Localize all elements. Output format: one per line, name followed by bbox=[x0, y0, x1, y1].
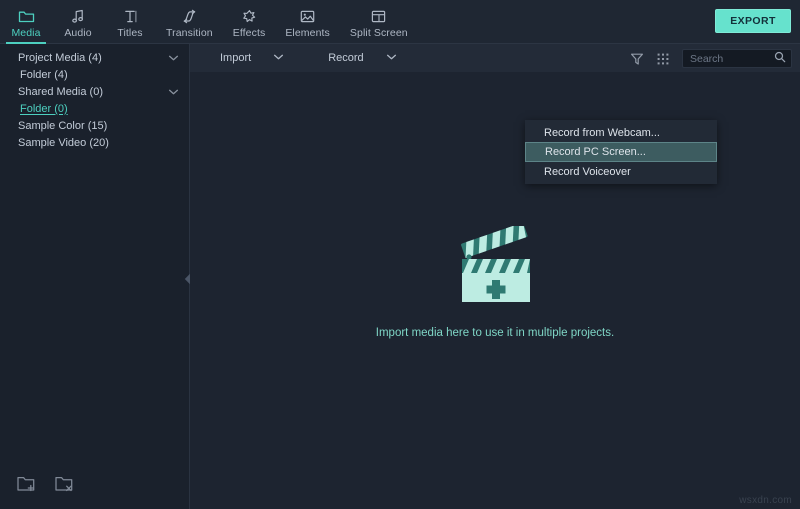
sidebar-footer-actions bbox=[0, 463, 190, 509]
grid-view-icon[interactable] bbox=[656, 52, 670, 66]
sidebar-item-shared-media[interactable]: Shared Media (0) bbox=[0, 83, 190, 100]
record-dropdown-menu: Record from Webcam... Record PC Screen..… bbox=[525, 120, 717, 184]
sidebar-item-label: Folder (0) bbox=[0, 103, 166, 115]
sidebar-item-project-media[interactable]: Project Media (4) bbox=[0, 49, 190, 66]
export-button[interactable]: EXPORT bbox=[715, 9, 791, 33]
record-button[interactable]: Record bbox=[320, 44, 404, 73]
search-input[interactable]: Search bbox=[682, 49, 792, 68]
app-window: Media Audio Titles Transition bbox=[0, 0, 800, 509]
tab-audio-label: Audio bbox=[64, 27, 91, 39]
tab-elements[interactable]: Elements bbox=[275, 0, 340, 44]
transition-icon bbox=[181, 8, 198, 25]
text-t-icon bbox=[122, 8, 139, 25]
menu-item-record-pc-screen[interactable]: Record PC Screen... bbox=[525, 142, 717, 162]
music-note-icon bbox=[70, 8, 87, 25]
tab-split-screen[interactable]: Split Screen bbox=[340, 0, 418, 44]
sidebar-item-sample-video[interactable]: Sample Video (20) bbox=[0, 134, 190, 151]
import-label: Import bbox=[220, 52, 251, 64]
sidebar-item-label: Shared Media (0) bbox=[0, 86, 166, 98]
tab-media[interactable]: Media bbox=[0, 0, 52, 44]
tab-effects[interactable]: Effects bbox=[223, 0, 276, 44]
sparkle-icon bbox=[241, 8, 258, 25]
menu-item-record-from-webcam[interactable]: Record from Webcam... bbox=[525, 123, 717, 142]
delete-folder-icon[interactable] bbox=[54, 474, 76, 498]
media-toolbar: Import Record bbox=[190, 44, 800, 73]
tab-effects-label: Effects bbox=[233, 27, 266, 39]
tab-split-screen-label: Split Screen bbox=[350, 27, 408, 39]
chevron-down-icon[interactable] bbox=[166, 54, 180, 62]
media-library-sidebar: Project Media (4) Folder (4) Shared Medi… bbox=[0, 44, 190, 509]
record-label: Record bbox=[328, 52, 363, 64]
chevron-down-icon[interactable] bbox=[166, 88, 180, 96]
sidebar-item-folder-4[interactable]: Folder (4) bbox=[0, 66, 190, 83]
tab-transition[interactable]: Transition bbox=[156, 0, 223, 44]
sidebar-item-label: Project Media (4) bbox=[0, 52, 166, 64]
tab-media-label: Media bbox=[11, 27, 40, 39]
body-area: Project Media (4) Folder (4) Shared Medi… bbox=[0, 44, 800, 509]
new-folder-icon[interactable] bbox=[16, 474, 38, 498]
filter-icon[interactable] bbox=[630, 52, 644, 66]
toolbar-right-controls: Search bbox=[630, 44, 792, 73]
chevron-down-icon[interactable] bbox=[386, 52, 397, 64]
import-button[interactable]: Import bbox=[212, 44, 292, 73]
media-panel: Import Record bbox=[190, 44, 800, 509]
tab-list: Media Audio Titles Transition bbox=[0, 0, 418, 44]
menu-item-record-voiceover[interactable]: Record Voiceover bbox=[525, 162, 717, 181]
sidebar-item-sample-color[interactable]: Sample Color (15) bbox=[0, 117, 190, 134]
tab-elements-label: Elements bbox=[285, 27, 330, 39]
sidebar-item-folder-0[interactable]: Folder (0) bbox=[0, 100, 190, 117]
clapperboard-add-icon bbox=[452, 226, 538, 311]
split-screen-icon bbox=[370, 8, 387, 25]
watermark: wsxdn.com bbox=[739, 495, 792, 506]
tab-audio[interactable]: Audio bbox=[52, 0, 104, 44]
folder-icon bbox=[18, 8, 35, 25]
tab-titles[interactable]: Titles bbox=[104, 0, 156, 44]
tab-transition-label: Transition bbox=[166, 27, 213, 39]
search-placeholder: Search bbox=[690, 53, 774, 65]
search-icon[interactable] bbox=[774, 50, 786, 68]
chevron-down-icon[interactable] bbox=[273, 52, 284, 64]
media-folder-tree: Project Media (4) Folder (4) Shared Medi… bbox=[0, 44, 190, 463]
media-drop-hint: Import media here to use it in multiple … bbox=[376, 327, 614, 339]
sidebar-item-label: Sample Color (15) bbox=[0, 120, 166, 132]
sidebar-item-label: Sample Video (20) bbox=[0, 137, 166, 149]
sidebar-item-label: Folder (4) bbox=[0, 69, 166, 81]
image-icon bbox=[299, 8, 316, 25]
tab-titles-label: Titles bbox=[117, 27, 142, 39]
top-tab-bar: Media Audio Titles Transition bbox=[0, 0, 800, 44]
